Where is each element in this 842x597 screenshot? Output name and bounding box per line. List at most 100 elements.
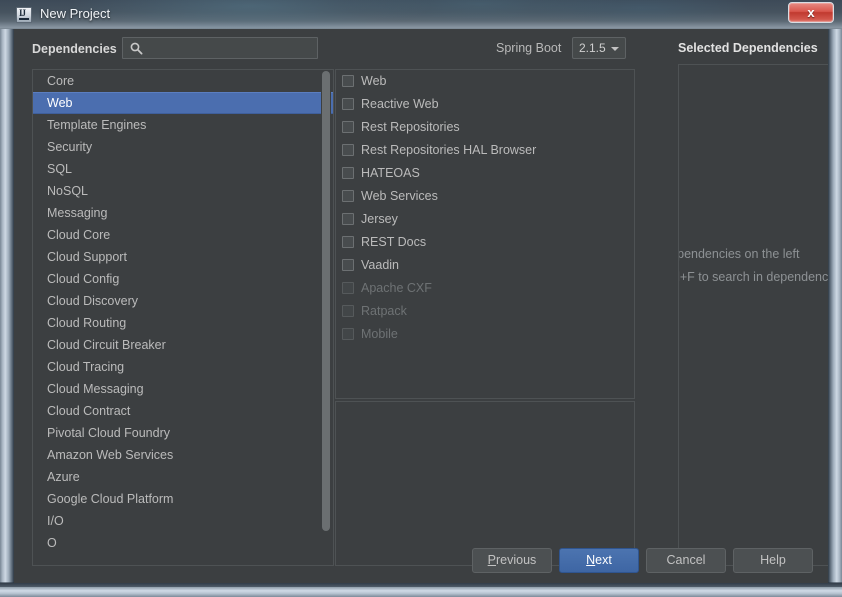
dependency-item-label: Jersey (361, 212, 398, 226)
checkbox-icon[interactable] (342, 121, 354, 133)
category-item[interactable]: SQL (33, 158, 333, 180)
category-item[interactable]: Cloud Routing (33, 312, 333, 334)
dependency-item[interactable]: Web Services (336, 185, 634, 208)
button-label: revious (496, 553, 537, 567)
checkbox-icon[interactable] (342, 144, 354, 156)
title-bar[interactable]: IJ New Project x (0, 0, 842, 30)
dependency-item-label: Rest Repositories (361, 120, 460, 134)
category-item[interactable]: Core (33, 70, 333, 92)
dependency-item[interactable]: Jersey (336, 208, 634, 231)
close-button[interactable]: x (788, 2, 834, 23)
selected-dependencies-panel[interactable]: Select dependencies on the left Press Ct… (678, 64, 828, 566)
category-item[interactable]: Azure (33, 466, 333, 488)
dependency-item[interactable]: Rest Repositories (336, 116, 634, 139)
new-project-dialog: Dependencies Spring Boot 2.1.5 Selected … (14, 29, 828, 583)
category-item[interactable]: NoSQL (33, 180, 333, 202)
category-item-label: Cloud Routing (47, 316, 127, 330)
button-label: Cancel (666, 553, 706, 567)
dependency-item-label: Vaadin (361, 258, 399, 272)
category-item-label: Template Engines (47, 118, 147, 132)
checkbox-icon[interactable] (342, 167, 354, 179)
help-button[interactable]: Help (733, 548, 813, 573)
close-icon: x (807, 5, 815, 20)
checkbox-icon[interactable] (342, 236, 354, 248)
dependency-item: Ratpack (336, 300, 634, 323)
checkbox-icon (342, 305, 354, 317)
dependency-item[interactable]: Rest Repositories HAL Browser (336, 139, 634, 162)
category-item[interactable]: Cloud Messaging (33, 378, 333, 400)
category-list-scrollbar[interactable] (321, 71, 331, 560)
dependency-item-label: Web (361, 74, 387, 88)
checkbox-icon[interactable] (342, 98, 354, 110)
dependency-item[interactable]: REST Docs (336, 231, 634, 254)
category-item-label: Web (47, 96, 73, 110)
category-item-label: Cloud Config (47, 272, 120, 286)
category-item[interactable]: Cloud Discovery (33, 290, 333, 312)
category-list[interactable]: Core Web Template Engines Security SQL NoSQL M… (32, 69, 334, 566)
search-field[interactable] (122, 37, 318, 59)
category-item[interactable]: Pivotal Cloud Foundry (33, 422, 333, 444)
chevron-down-icon (611, 47, 619, 51)
dependency-item-label: Apache CXF (361, 281, 432, 295)
category-item[interactable]: Cloud Core (33, 224, 333, 246)
dependency-item-label: Rest Repositories HAL Browser (361, 143, 537, 157)
category-item[interactable]: I/O (33, 510, 333, 532)
dependency-item-label: Reactive Web (361, 97, 439, 111)
category-item-label: Cloud Circuit Breaker (47, 338, 166, 352)
scrollbar-thumb[interactable] (322, 71, 330, 531)
window-border-right (828, 29, 842, 597)
checkbox-icon[interactable] (342, 259, 354, 271)
category-item-label: Cloud Discovery (47, 294, 139, 308)
checkbox-icon[interactable] (342, 75, 354, 87)
intellij-idea-icon: IJ (16, 7, 32, 23)
search-icon (130, 42, 143, 55)
category-item[interactable]: Messaging (33, 202, 333, 224)
category-item-label: NoSQL (47, 184, 88, 198)
next-button[interactable]: Next (559, 548, 639, 573)
category-item[interactable]: Cloud Circuit Breaker (33, 334, 333, 356)
category-item[interactable]: Security (33, 136, 333, 158)
category-item[interactable]: Cloud Support (33, 246, 333, 268)
dialog-toolbar: Dependencies Spring Boot 2.1.5 Selected … (14, 29, 828, 69)
dependency-item[interactable]: HATEOAS (336, 162, 634, 185)
dependency-item-label: Ratpack (361, 304, 407, 318)
button-label: Help (760, 553, 786, 567)
category-item-label: Cloud Tracing (47, 360, 125, 374)
spring-boot-version-value: 2.1.5 (579, 41, 606, 55)
dependency-item: Apache CXF (336, 277, 634, 300)
category-item-label: Cloud Contract (47, 404, 131, 418)
category-item[interactable]: Cloud Tracing (33, 356, 333, 378)
category-item-label: Cloud Messaging (47, 382, 144, 396)
category-item-label: Messaging (47, 206, 108, 220)
dependency-item[interactable]: Vaadin (336, 254, 634, 277)
button-label: ext (595, 553, 612, 567)
dependency-item[interactable]: Web (336, 70, 634, 93)
spring-boot-version-dropdown[interactable]: 2.1.5 (572, 37, 626, 59)
search-input[interactable] (148, 40, 313, 56)
dependency-item-label: Web Services (361, 189, 438, 203)
selected-dependencies-hint-line-2: Press Ctrl+F to search in dependencies (678, 270, 828, 284)
category-item[interactable]: Cloud Contract (33, 400, 333, 422)
selected-dependencies-hint-line-1: Select dependencies on the left (679, 247, 800, 261)
category-item-label: Core (47, 74, 75, 88)
category-item-label: I/O (47, 514, 64, 528)
checkbox-icon[interactable] (342, 213, 354, 225)
idea-underline (19, 18, 29, 20)
checkbox-icon (342, 282, 354, 294)
category-item[interactable]: Web (33, 92, 333, 114)
window-frame: IJ New Project x Dependencies Spring Boo… (0, 0, 842, 597)
window-border-left (0, 29, 14, 597)
previous-button[interactable]: Previous (472, 548, 552, 573)
dependency-list[interactable]: Web Reactive Web Rest Repositories Rest Rep… (335, 69, 635, 399)
dependency-item[interactable]: Reactive Web (336, 93, 634, 116)
cancel-button[interactable]: Cancel (646, 548, 726, 573)
category-item[interactable]: Amazon Web Services (33, 444, 333, 466)
window-title: New Project (40, 6, 111, 21)
checkbox-icon[interactable] (342, 190, 354, 202)
category-item[interactable]: Template Engines (33, 114, 333, 136)
category-item-label: Security (47, 140, 93, 154)
category-item-label: Azure (47, 470, 80, 484)
category-item[interactable]: Cloud Config (33, 268, 333, 290)
checkbox-icon (342, 328, 354, 340)
category-item[interactable]: Google Cloud Platform (33, 488, 333, 510)
